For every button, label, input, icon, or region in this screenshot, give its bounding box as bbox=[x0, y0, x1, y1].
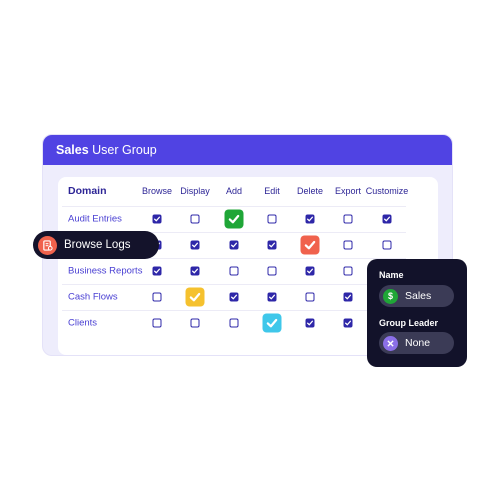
checkbox-checked[interactable] bbox=[267, 292, 277, 302]
report-icon bbox=[38, 235, 57, 255]
row-divider bbox=[62, 284, 406, 285]
name-label: Name bbox=[379, 270, 404, 280]
checkbox-checked[interactable] bbox=[267, 240, 277, 250]
checkbox-checked[interactable] bbox=[190, 240, 200, 250]
checkbox-unchecked[interactable] bbox=[267, 214, 277, 224]
check-icon bbox=[266, 318, 278, 328]
check-icon bbox=[344, 294, 352, 300]
name-value: Sales bbox=[405, 290, 432, 302]
checkbox-unchecked[interactable] bbox=[343, 214, 353, 224]
checkbox-checked[interactable] bbox=[152, 214, 162, 224]
highlighted-checkbox[interactable] bbox=[262, 313, 282, 333]
check-icon bbox=[304, 240, 316, 250]
column-header-domain: Domain bbox=[68, 185, 107, 197]
column-header-export: Export bbox=[334, 186, 362, 196]
check-icon bbox=[189, 292, 201, 302]
row-label-cash-flows: Cash Flows bbox=[68, 291, 118, 303]
checkbox-checked[interactable] bbox=[305, 266, 315, 276]
check-icon bbox=[153, 268, 161, 274]
check-icon bbox=[344, 320, 352, 326]
check-icon bbox=[230, 242, 238, 248]
group-details-card: Name $ Sales Group Leader None bbox=[367, 259, 467, 367]
checkbox-unchecked[interactable] bbox=[190, 318, 200, 328]
checkbox-unchecked[interactable] bbox=[343, 240, 353, 250]
column-header-display: Display bbox=[180, 186, 210, 196]
checkbox-checked[interactable] bbox=[305, 318, 315, 328]
window-title-suffix: User Group bbox=[92, 143, 157, 157]
check-icon bbox=[306, 268, 314, 274]
checkbox-unchecked[interactable] bbox=[152, 292, 162, 302]
window-title: Sales User Group bbox=[43, 135, 452, 165]
row-divider bbox=[62, 206, 406, 207]
checkbox-unchecked[interactable] bbox=[152, 318, 162, 328]
check-icon bbox=[230, 294, 238, 300]
group-leader-label: Group Leader bbox=[379, 318, 439, 328]
column-header-browse: Browse bbox=[141, 186, 173, 196]
checkbox-checked[interactable] bbox=[305, 214, 315, 224]
checkbox-unchecked[interactable] bbox=[343, 266, 353, 276]
check-icon bbox=[306, 216, 314, 222]
checkbox-unchecked[interactable] bbox=[229, 318, 239, 328]
group-leader-value: None bbox=[405, 337, 431, 349]
check-icon bbox=[228, 214, 240, 224]
highlighted-checkbox[interactable] bbox=[185, 287, 205, 307]
checkbox-checked[interactable] bbox=[190, 266, 200, 276]
highlighted-checkbox[interactable] bbox=[224, 209, 244, 229]
column-header-delete: Delete bbox=[296, 186, 324, 196]
column-header-add: Add bbox=[225, 186, 243, 196]
close-icon bbox=[383, 335, 398, 351]
check-icon bbox=[383, 216, 391, 222]
row-label-clients: Clients bbox=[68, 317, 98, 329]
checkbox-checked[interactable] bbox=[229, 292, 239, 302]
window-title-group: Sales bbox=[56, 143, 89, 157]
checkbox-checked[interactable] bbox=[152, 266, 162, 276]
checkbox-checked[interactable] bbox=[229, 240, 239, 250]
checkbox-checked[interactable] bbox=[343, 318, 353, 328]
name-field[interactable]: $ Sales bbox=[379, 285, 454, 307]
column-header-customize: Customize bbox=[365, 186, 409, 196]
row-divider bbox=[62, 310, 406, 311]
checkbox-unchecked[interactable] bbox=[267, 266, 277, 276]
group-leader-field[interactable]: None bbox=[379, 332, 454, 354]
check-icon bbox=[191, 242, 199, 248]
column-header-edit: Edit bbox=[264, 186, 280, 196]
dollar-icon: $ bbox=[383, 288, 398, 304]
check-icon bbox=[191, 268, 199, 274]
check-icon bbox=[268, 294, 276, 300]
browse-logs-highlight[interactable]: Browse Logs bbox=[33, 231, 159, 259]
row-label-business-reports: Business Reports bbox=[68, 265, 143, 277]
checkbox-checked[interactable] bbox=[382, 214, 392, 224]
checkbox-unchecked[interactable] bbox=[382, 240, 392, 250]
check-icon bbox=[153, 216, 161, 222]
check-icon bbox=[306, 320, 314, 326]
row-label-audit-entries: Audit Entries bbox=[68, 213, 122, 225]
check-icon bbox=[268, 242, 276, 248]
checkbox-unchecked[interactable] bbox=[190, 214, 200, 224]
checkbox-unchecked[interactable] bbox=[305, 292, 315, 302]
highlighted-checkbox[interactable] bbox=[300, 235, 320, 255]
highlight-label: Browse Logs bbox=[64, 239, 131, 251]
checkbox-checked[interactable] bbox=[343, 292, 353, 302]
checkbox-unchecked[interactable] bbox=[229, 266, 239, 276]
